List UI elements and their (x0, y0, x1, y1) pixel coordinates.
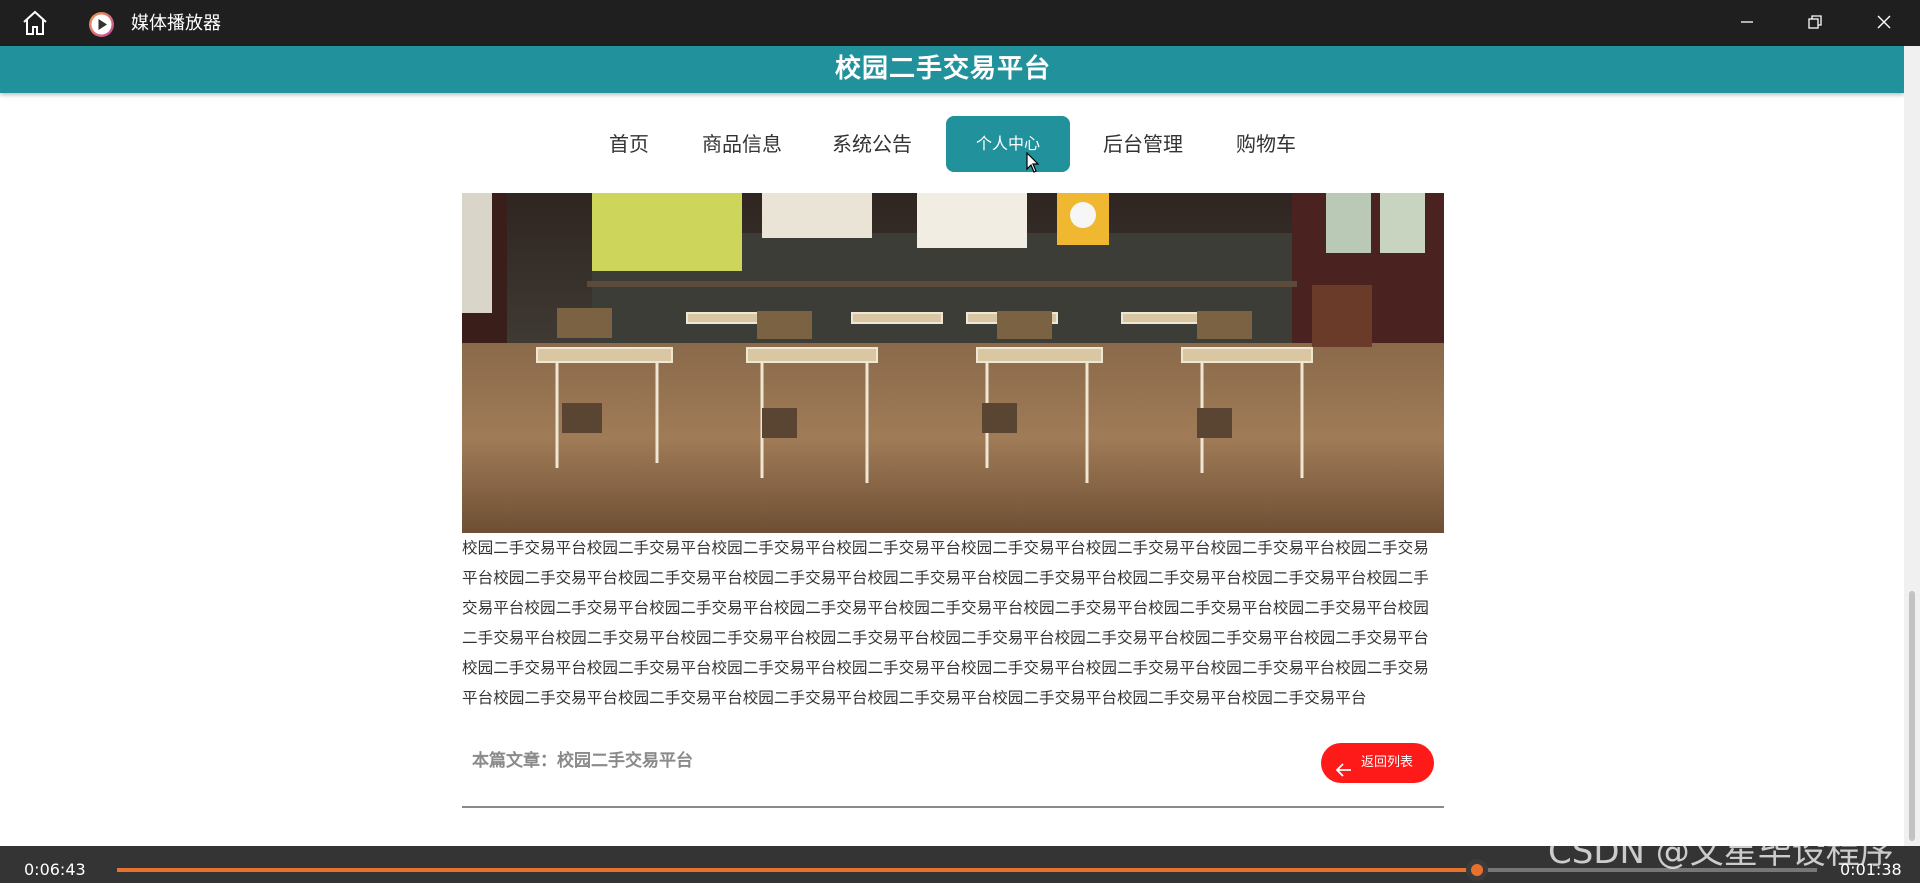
scrollbar-thumb[interactable] (1909, 591, 1915, 841)
current-time: 0:06:43 (24, 860, 86, 879)
seek-bar-thumb[interactable] (1466, 859, 1488, 881)
app-title: 媒体播放器 (131, 13, 221, 34)
article-footer: 本篇文章：校园二手交易平台 返回列表 (462, 738, 1444, 808)
back-to-list-button[interactable]: 返回列表 (1321, 743, 1434, 783)
arrow-left-icon (1335, 755, 1353, 795)
watermark: CSDN @文星毕设程序 (1548, 832, 1894, 872)
nav-item-announcements[interactable]: 系统公告 (830, 116, 914, 172)
mouse-cursor-icon (1026, 151, 1040, 174)
page-scrollbar[interactable] (1904, 46, 1920, 846)
close-button[interactable] (1867, 8, 1901, 38)
this-article-label: 本篇文章：校园二手交易平台 (472, 751, 693, 771)
restore-button[interactable] (1798, 8, 1832, 38)
nav-item-personal-center[interactable]: 个人中心 (946, 116, 1070, 172)
restore-icon (1808, 15, 1822, 29)
minimize-button[interactable] (1730, 8, 1764, 38)
minimize-icon (1741, 21, 1753, 23)
seek-bar-fill (117, 868, 1477, 872)
back-to-list-label: 返回列表 (1361, 755, 1414, 770)
close-icon (1877, 15, 1891, 29)
site-title: 校园二手交易平台 (834, 54, 1051, 84)
nav-item-admin[interactable]: 后台管理 (1100, 116, 1186, 172)
site-header: 校园二手交易平台 (0, 46, 1904, 93)
article-image (462, 193, 1444, 533)
nav-item-home[interactable]: 首页 (602, 116, 656, 172)
nav-item-products[interactable]: 商品信息 (700, 116, 784, 172)
main-nav: 首页 商品信息 系统公告 个人中心 后台管理 购物车 (0, 116, 1904, 172)
home-icon[interactable] (20, 10, 50, 36)
play-circle-icon (88, 11, 115, 38)
player-title-bar: 媒体播放器 (0, 0, 1920, 46)
article-body: 校园二手交易平台校园二手交易平台校园二手交易平台校园二手交易平台校园二手交易平台… (462, 539, 1429, 707)
nav-item-cart[interactable]: 购物车 (1234, 116, 1298, 172)
